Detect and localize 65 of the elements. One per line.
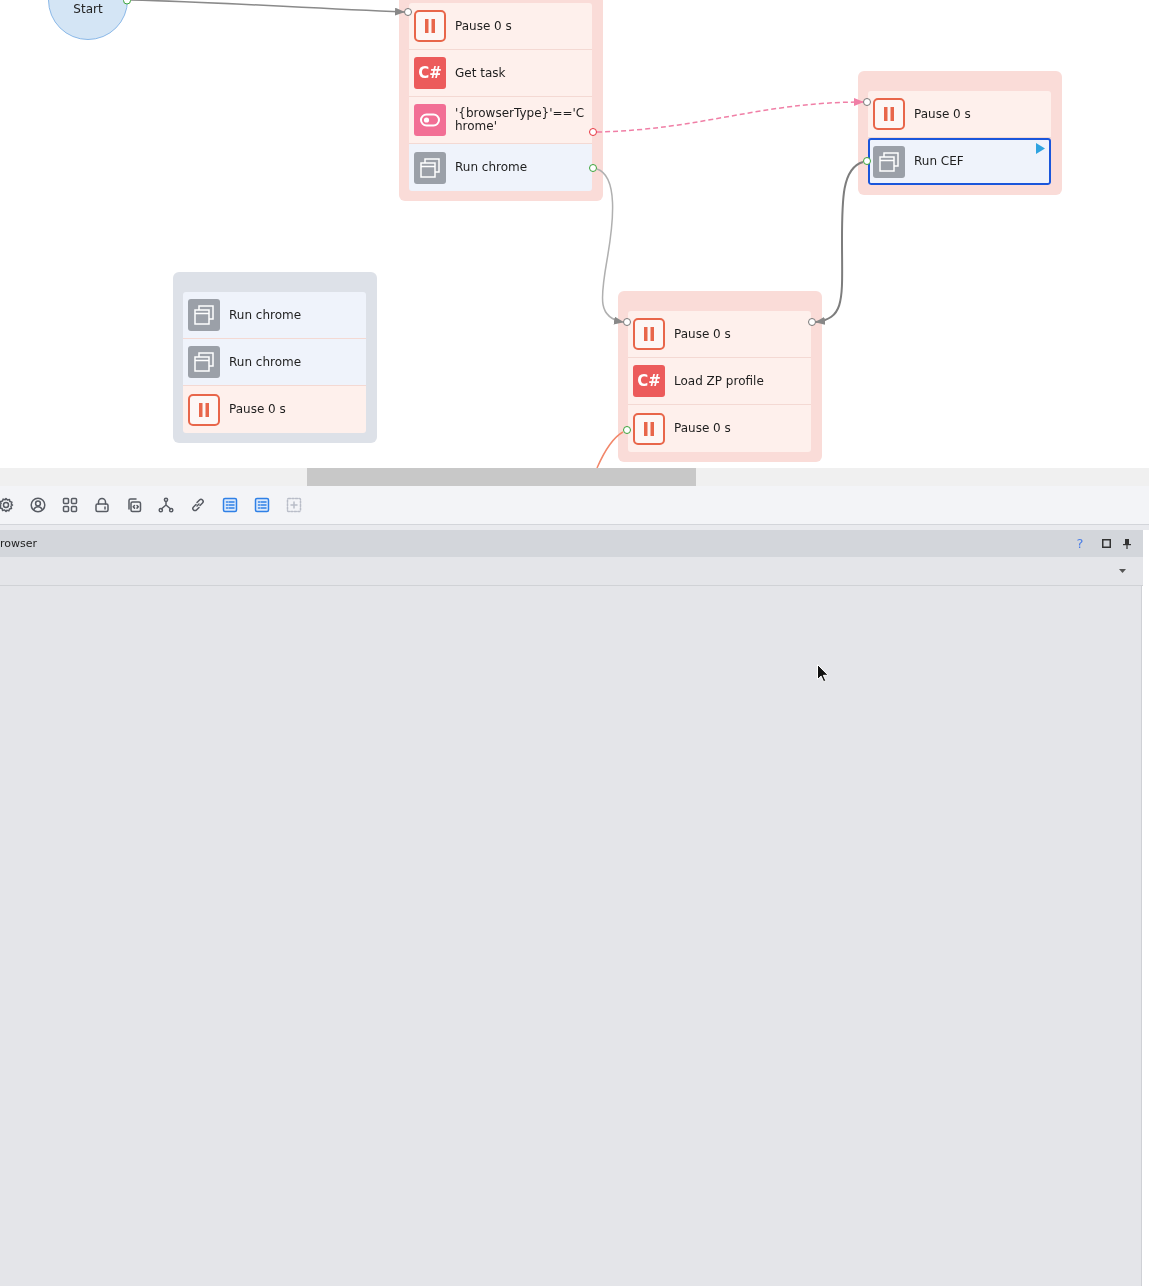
dropdown-caret-icon[interactable] (1119, 569, 1126, 573)
pause-icon (633, 412, 665, 445)
scrollbar-thumb[interactable] (307, 468, 696, 486)
list-icon[interactable] (222, 497, 238, 513)
step-label: Pause 0 s (914, 107, 971, 121)
code-file-icon[interactable] (126, 497, 142, 513)
step-label: Pause 0 s (455, 19, 512, 33)
connection-port[interactable] (123, 0, 131, 5)
step-card[interactable]: Pause 0 s (183, 386, 366, 433)
step-label: '{browserType}'=='Chrome' (455, 107, 586, 133)
branch-icon[interactable] (158, 497, 174, 513)
lock-icon[interactable] (94, 497, 110, 513)
step-label: Load ZP profile (674, 374, 764, 388)
step-label: Run chrome (229, 355, 302, 369)
panel-title: rowser (0, 537, 39, 550)
connection-port[interactable] (808, 318, 816, 326)
start-label: Start (72, 2, 104, 16)
user-icon[interactable] (30, 497, 46, 513)
mouse-pointer-icon (817, 664, 828, 682)
windows-icon (188, 346, 220, 378)
connection-port[interactable] (589, 128, 597, 136)
settings-icon[interactable] (0, 497, 14, 513)
windows-icon (414, 151, 446, 184)
connection-port[interactable] (863, 157, 871, 165)
connection-port[interactable] (589, 164, 597, 172)
connection-port[interactable] (623, 318, 631, 326)
step-card[interactable]: Run chrome (183, 339, 366, 386)
dropdown-field[interactable] (0, 557, 1143, 586)
step-card[interactable]: Run CEF (868, 138, 1051, 185)
connector-line (596, 431, 624, 468)
pause-icon (873, 98, 905, 130)
play-icon[interactable] (1036, 143, 1045, 154)
connection-port[interactable] (863, 98, 871, 106)
pause-icon (188, 393, 220, 426)
step-label: Pause 0 s (229, 403, 286, 416)
step-card[interactable]: '{browserType}'=='Chrome' (409, 97, 592, 144)
step-card[interactable]: Run chrome (183, 292, 366, 339)
link-icon[interactable] (190, 497, 206, 513)
pin-icon[interactable] (1123, 538, 1131, 549)
connection-port[interactable] (623, 426, 631, 434)
step-label: Run chrome (229, 308, 302, 322)
step-label: Run CEF (914, 155, 964, 168)
start-node[interactable]: Start (48, 0, 128, 40)
grid-icon[interactable] (62, 497, 78, 513)
step-card[interactable]: C# Load ZP profile (628, 358, 811, 405)
csharp-icon: C# (633, 365, 665, 397)
toggle-icon (414, 104, 446, 136)
step-card[interactable]: Pause 0 s (868, 91, 1051, 138)
step-label: Pause 0 s (674, 327, 731, 341)
csharp-icon: C# (414, 57, 446, 89)
step-card[interactable]: Pause 0 s (628, 311, 811, 358)
maximize-icon[interactable] (1102, 539, 1111, 548)
pause-icon (633, 318, 665, 350)
pause-icon (414, 10, 446, 42)
step-label: Pause 0 s (674, 422, 731, 435)
connection-port[interactable] (404, 8, 412, 16)
step-card[interactable]: Pause 0 s (409, 3, 592, 50)
step-card[interactable]: Run chrome (409, 144, 592, 191)
step-label: Run chrome (455, 161, 528, 174)
windows-icon (188, 299, 220, 331)
windows-icon (873, 145, 905, 178)
step-card[interactable]: Pause 0 s (628, 405, 811, 452)
step-card[interactable]: C# Get task (409, 50, 592, 97)
list-icon[interactable] (254, 497, 270, 513)
step-label: Get task (455, 66, 506, 80)
